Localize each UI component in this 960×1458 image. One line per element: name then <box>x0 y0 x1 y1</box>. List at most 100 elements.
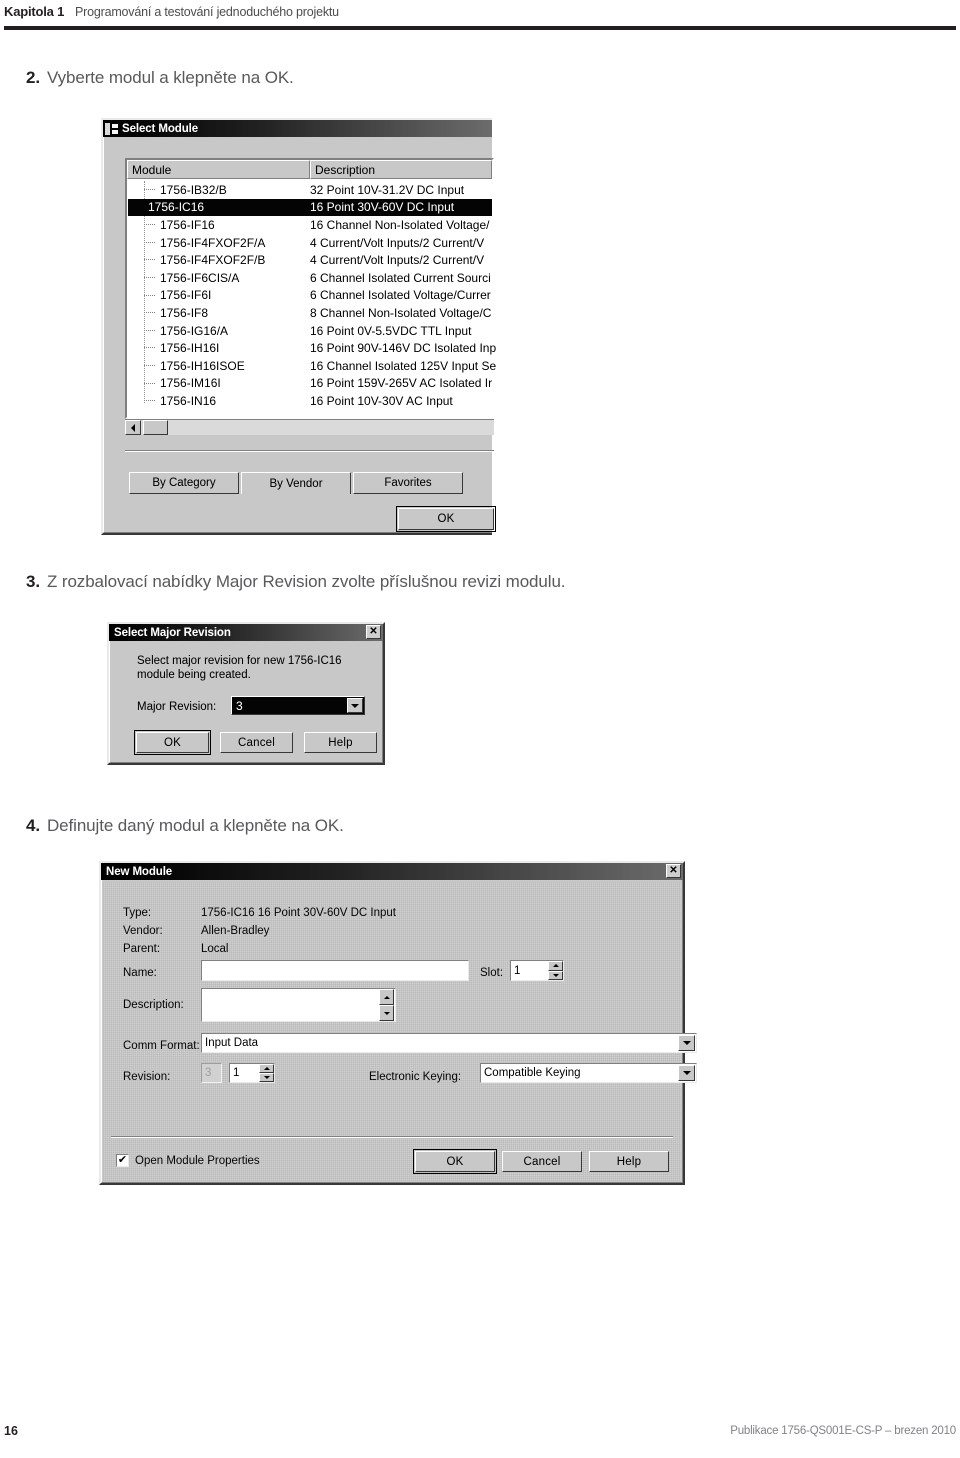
tree-branch-icon <box>144 189 155 190</box>
module-list-rows[interactable]: 1756-IB32/B 32 Point 10V-31.2V DC Input 17… <box>128 181 496 417</box>
electronic-keying-select[interactable]: Compatible Keying <box>480 1063 697 1083</box>
tree-branch-icon <box>144 294 155 296</box>
new-module-titlebar: New Module ✕ <box>101 863 683 880</box>
module-description-cell: 16 Point 90V-146V DC Isolated Inp <box>310 341 497 356</box>
major-revision-select[interactable]: 3 <box>231 696 365 715</box>
module-description-cell: 4 Current/Volt Inputs/2 Current/V <box>310 253 485 268</box>
table-row[interactable]: 1756-IF6I 6 Channel Isolated Voltage/Curr… <box>128 287 492 305</box>
chevron-down-icon[interactable] <box>347 698 363 713</box>
open-module-properties-checkbox[interactable]: ✔ <box>116 1154 129 1167</box>
name-input[interactable] <box>201 960 469 981</box>
module-name-cell: 1756-IB32/B <box>160 182 227 197</box>
electronic-keying-value: Compatible Keying <box>484 1067 581 1079</box>
revision-stepper[interactable] <box>259 1064 274 1082</box>
scroll-left-button[interactable] <box>125 420 141 435</box>
step-2-text: Vyberte modul a klepněte na OK. <box>46 68 294 87</box>
close-icon[interactable]: ✕ <box>366 625 381 639</box>
vendor-value: Allen-Bradley <box>201 925 270 937</box>
chapter-label: Kapitola 1 <box>4 4 65 19</box>
tree-branch-icon <box>144 276 155 278</box>
stepper-down-icon[interactable] <box>259 1073 274 1082</box>
hscroll-thumb[interactable] <box>143 420 168 435</box>
table-row[interactable]: 1756-IF16 16 Channel Non-Isolated Voltage… <box>128 216 492 234</box>
tab-by-vendor[interactable]: By Vendor <box>241 472 351 494</box>
table-row[interactable]: 1756-IF4FXOF2F/A 4 Current/Volt Inputs/2 … <box>128 234 492 252</box>
tab-by-category[interactable]: By Category <box>129 472 239 494</box>
chevron-down-icon[interactable] <box>678 1065 695 1081</box>
major-revision-field-label: Major Revision: <box>137 701 217 713</box>
revision-label: Revision: <box>123 1071 171 1083</box>
new-module-ok-button[interactable]: OK <box>413 1149 497 1174</box>
publication-info: Publikace 1756-QS001E-CS-P – brezen 2010 <box>730 1425 956 1437</box>
new-module-separator <box>111 1136 673 1138</box>
major-revision-value: 3 <box>236 699 243 713</box>
module-description-cell: 6 Channel Isolated Voltage/Currer <box>310 288 491 303</box>
column-header-description[interactable]: Description <box>310 160 492 179</box>
step-3-text: Z rozbalovací nabídky Major Revision zvo… <box>46 572 566 591</box>
stepper-down-icon[interactable] <box>548 970 563 980</box>
table-row[interactable]: 1756-IC16 16 Point 30V-60V DC Input <box>128 198 492 217</box>
close-icon[interactable]: ✕ <box>666 864 681 878</box>
major-revision-ok-button[interactable]: OK <box>134 730 211 755</box>
major-revision-title: Select Major Revision <box>114 626 231 639</box>
table-row[interactable]: 1756-IH16I 16 Point 90V-146V DC Isolated … <box>128 339 496 357</box>
table-row[interactable]: 1756-IB32/B 32 Point 10V-31.2V DC Input <box>128 181 492 199</box>
module-description-cell: 16 Point 10V-30V AC Input <box>310 393 453 408</box>
description-input[interactable] <box>201 988 396 1022</box>
table-row[interactable]: 1756-IF8 8 Channel Non-Isolated Voltage/C <box>128 304 492 322</box>
stepper-up-icon[interactable] <box>259 1064 274 1073</box>
triangle-left-icon <box>131 423 135 432</box>
description-scroll-stepper[interactable] <box>379 989 394 1021</box>
dialog-separator <box>125 450 494 452</box>
select-major-revision-dialog: Select Major Revision ✕ Select major rev… <box>107 622 385 765</box>
tree-branch-icon <box>144 347 155 349</box>
comm-format-value: Input Data <box>205 1037 259 1049</box>
module-icon <box>105 122 119 135</box>
table-row[interactable]: 1756-IH16ISOE 16 Channel Isolated 125V In… <box>128 357 496 375</box>
module-name-cell: 1756-IH16ISOE <box>160 358 245 373</box>
table-row[interactable]: 1756-IN16 16 Point 10V-30V AC Input <box>128 392 492 410</box>
new-module-help-button[interactable]: Help <box>589 1151 669 1172</box>
module-description-cell: 4 Current/Volt Inputs/2 Current/V <box>310 235 485 250</box>
electronic-keying-label: Electronic Keying: <box>369 1071 462 1083</box>
select-module-titlebar: Select Module <box>103 120 492 137</box>
step-2-number: 2. <box>26 68 40 87</box>
column-header-module[interactable]: Module <box>127 160 310 179</box>
table-row[interactable]: 1756-IF4FXOF2F/B 4 Current/Volt Inputs/2 … <box>128 251 492 269</box>
stepper-up-icon[interactable] <box>548 961 563 971</box>
major-revision-cancel-button[interactable]: Cancel <box>220 732 293 753</box>
module-name-cell: 1756-IC16 <box>148 200 205 215</box>
comm-format-select[interactable]: Input Data <box>201 1033 697 1053</box>
step-4: 4. Definujte daný modul a klepněte na OK. <box>26 816 344 836</box>
step-3: 3. Z rozbalovací nabídky Major Revision z… <box>26 572 566 592</box>
module-name-cell: 1756-IG16/A <box>160 323 229 338</box>
stepper-up-icon[interactable] <box>379 989 394 1005</box>
type-label: Type: <box>123 907 152 919</box>
table-row[interactable]: 1756-IF6CIS/A 6 Channel Isolated Current … <box>128 269 492 287</box>
select-module-title: Select Module <box>122 122 199 135</box>
open-module-properties-label[interactable]: Open Module Properties <box>135 1155 260 1167</box>
step-2: 2. Vyberte modul a klepněte na OK. <box>26 68 294 88</box>
module-description-cell: 16 Point 159V-265V AC Isolated Ir <box>310 376 493 391</box>
major-revision-help-button[interactable]: Help <box>304 732 377 753</box>
revision-major-input: 3 <box>201 1063 222 1083</box>
module-name-cell: 1756-IN16 <box>160 393 217 408</box>
new-module-cancel-button[interactable]: Cancel <box>502 1151 582 1172</box>
stepper-down-icon[interactable] <box>379 1005 394 1021</box>
tree-branch-icon <box>144 400 155 402</box>
tree-branch-icon <box>144 224 155 226</box>
header-rule <box>4 26 956 30</box>
description-label: Description: <box>123 999 184 1011</box>
slot-label: Slot: <box>480 967 504 979</box>
table-row[interactable]: 1756-IG16/A 16 Point 0V-5.5VDC TTL Input <box>128 322 492 340</box>
module-name-cell: 1756-IF6I <box>160 288 212 303</box>
select-module-ok-button[interactable]: OK <box>396 506 496 532</box>
table-row[interactable]: 1756-IM16I 16 Point 159V-265V AC Isolated… <box>128 375 492 393</box>
tab-favorites[interactable]: Favorites <box>353 472 463 494</box>
module-name-cell: 1756-IF6CIS/A <box>160 270 240 285</box>
slot-stepper[interactable] <box>548 961 563 980</box>
module-list-hscrollbar[interactable] <box>125 419 494 435</box>
step-4-text: Definujte daný modul a klepněte na OK. <box>46 816 344 835</box>
chevron-down-icon[interactable] <box>678 1035 695 1051</box>
module-list[interactable]: Module Description 1756-IB32/B 32 Point 1… <box>125 158 496 419</box>
